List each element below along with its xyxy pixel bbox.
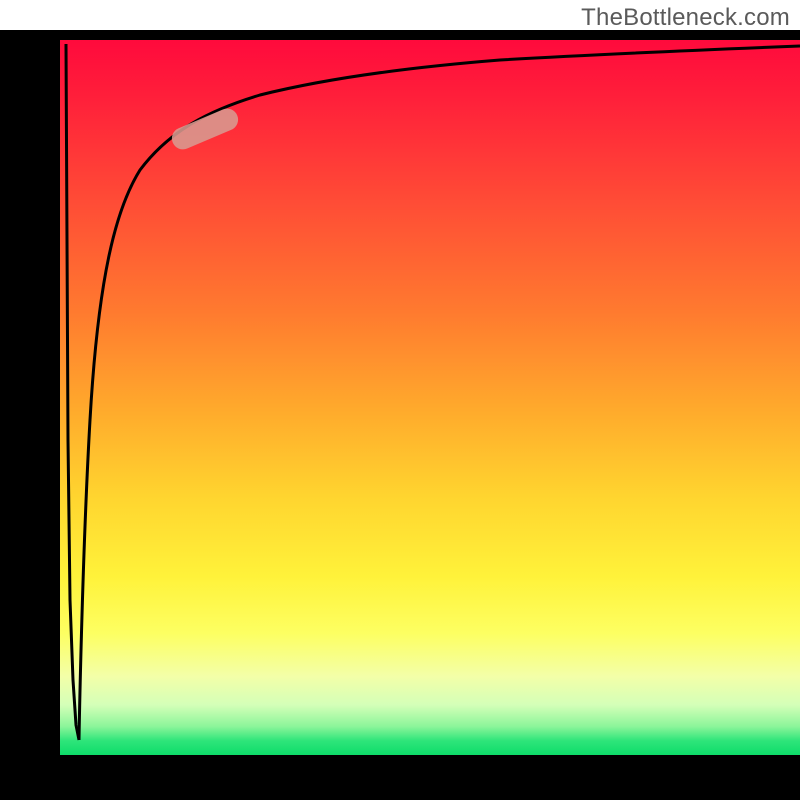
frame-border-top [0, 30, 800, 40]
main-curve-path [79, 46, 800, 740]
frame-border-left [0, 30, 60, 790]
watermark-text: TheBottleneck.com [581, 4, 790, 32]
curve-svg [60, 40, 800, 755]
frame-border-bottom [0, 755, 800, 800]
chart-container: TheBottleneck.com [0, 0, 800, 800]
initial-drop-path [66, 44, 79, 740]
